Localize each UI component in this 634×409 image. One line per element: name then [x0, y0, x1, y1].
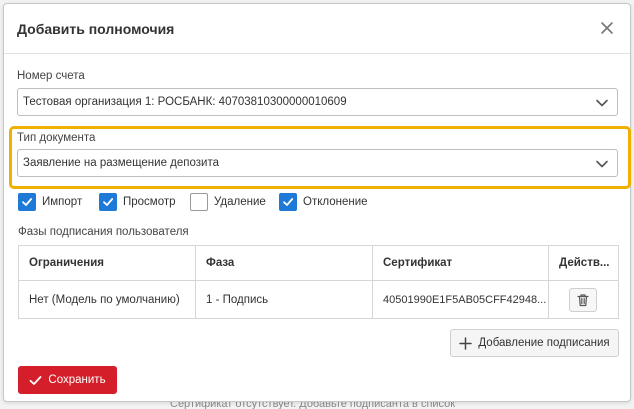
checkbox-box[interactable] — [190, 193, 208, 211]
checkbox-reject[interactable]: Отклонение — [279, 192, 368, 212]
checkbox-label: Удаление — [214, 196, 266, 208]
table-header: Ограничения Фаза Сертификат Действ... — [19, 246, 618, 281]
cell-restriction: Нет (Модель по умолчанию) — [29, 294, 180, 306]
column-header-certificate[interactable]: Сертификат — [372, 246, 548, 281]
save-button[interactable]: Сохранить — [18, 366, 117, 394]
column-header-phase[interactable]: Фаза — [195, 246, 372, 281]
check-icon — [22, 198, 33, 206]
checkbox-import[interactable]: Импорт — [18, 192, 82, 212]
table-row[interactable]: Нет (Модель по умолчанию) 1 - Подпись 40… — [19, 281, 618, 319]
account-select-value: Тестовая организация 1: РОСБАНК: 4070381… — [23, 96, 347, 108]
signing-phases-table: Ограничения Фаза Сертификат Действ... Не… — [18, 245, 619, 319]
chevron-down-icon — [596, 160, 608, 168]
add-signing-button[interactable]: Добавление подписания — [450, 329, 619, 357]
dialog-header: Добавить полномочия — [4, 4, 630, 54]
close-icon — [601, 22, 613, 34]
checkbox-delete[interactable]: Удаление — [190, 192, 266, 212]
document-type-select-value: Заявление на размещение депозита — [23, 157, 219, 169]
check-icon — [283, 198, 294, 206]
add-signing-label: Добавление подписания — [478, 337, 610, 349]
save-label: Сохранить — [48, 374, 106, 386]
chevron-down-icon — [596, 99, 608, 107]
checkbox-view[interactable]: Просмотр — [99, 192, 176, 212]
check-icon — [103, 198, 114, 206]
document-type-label: Тип документа — [17, 132, 96, 144]
checkbox-box[interactable] — [279, 193, 297, 211]
checkbox-box[interactable] — [18, 193, 36, 211]
checkbox-label: Отклонение — [303, 196, 368, 208]
checkbox-label: Импорт — [42, 196, 83, 208]
dialog-title: Добавить полномочия — [17, 21, 175, 37]
close-button[interactable] — [598, 19, 616, 37]
cell-actions — [548, 281, 618, 319]
trash-icon — [577, 294, 589, 307]
check-icon — [29, 374, 42, 387]
column-header-restrictions[interactable]: Ограничения — [19, 246, 195, 281]
account-select[interactable]: Тестовая организация 1: РОСБАНК: 4070381… — [17, 88, 618, 116]
cell-phase: 1 - Подпись — [195, 281, 372, 319]
delete-row-button[interactable] — [569, 288, 597, 312]
add-permissions-dialog: Добавить полномочия Номер счета Тестовая… — [3, 3, 631, 402]
signing-phases-label: Фазы подписания пользователя — [18, 226, 189, 238]
checkbox-label: Просмотр — [123, 196, 176, 208]
checkbox-box[interactable] — [99, 193, 117, 211]
plus-icon — [459, 336, 473, 350]
cell-certificate: 40501990E1F5AB05CFF42948... — [372, 281, 548, 319]
account-label: Номер счета — [17, 70, 85, 82]
column-header-actions[interactable]: Действ... — [548, 246, 618, 281]
document-type-select[interactable]: Заявление на размещение депозита — [17, 149, 618, 177]
